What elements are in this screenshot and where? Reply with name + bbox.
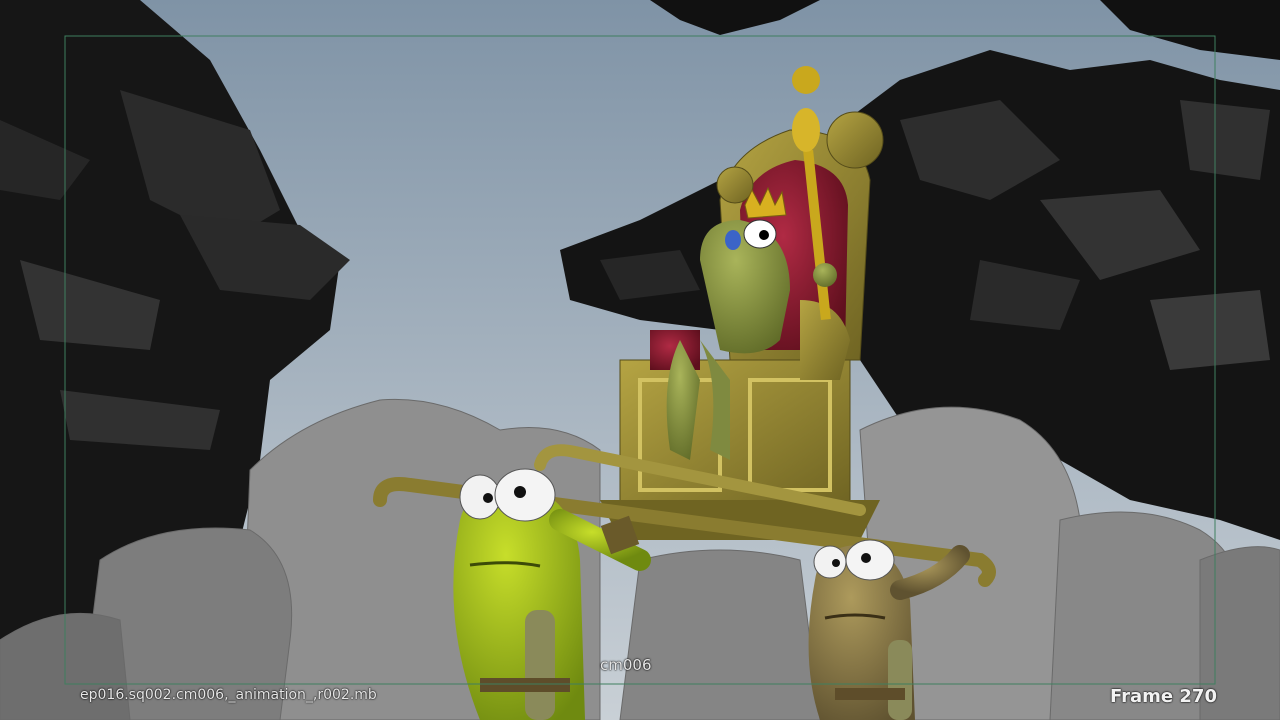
scene-render	[0, 0, 1280, 720]
camera-viewport[interactable]: cm006 ep016.sq002.cm006,_animation_,r002…	[0, 0, 1280, 720]
camera-name-label: cm006	[600, 656, 652, 674]
scene-filename-label: ep016.sq002.cm006,_animation_,r002.mb	[80, 687, 377, 703]
frame-counter: Frame 270	[1110, 686, 1217, 707]
